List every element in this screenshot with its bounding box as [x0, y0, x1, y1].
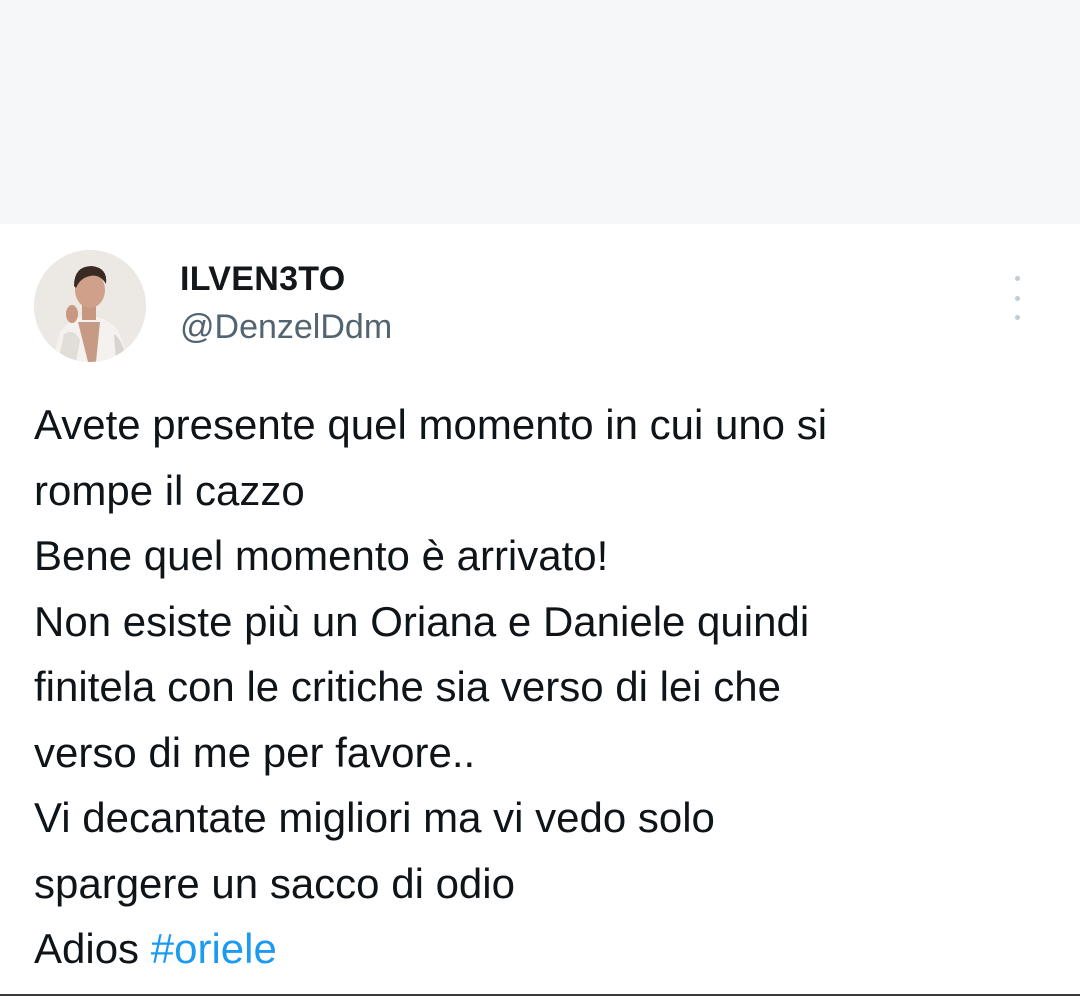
screenshot-page: ILVEN3TO @DenzelDdm Avete presente quel … — [0, 0, 1080, 1007]
top-empty-area — [0, 0, 1080, 224]
tweet-text-line: verso di me per favore.. — [34, 728, 476, 776]
tweet-text-line: Vi decantate migliori ma vi vedo solo — [34, 794, 715, 841]
card-bottom-divider — [0, 994, 1080, 996]
avatar[interactable] — [34, 250, 146, 362]
tweet-text-last-line: Adios #oriele — [34, 916, 1054, 982]
tweet-text-line: Avete presente quel momento in cui uno s… — [34, 401, 828, 448]
tweet-text-line: spargere un sacco di odio — [34, 859, 515, 907]
more-options-button[interactable] — [1002, 276, 1032, 320]
tweet-text: Avete presente quel momento in cui uno s… — [34, 392, 1054, 982]
tweet-text-signoff: Adios — [34, 925, 151, 972]
tweet-text-line: Non esiste più un Oriana e Daniele quind… — [34, 597, 810, 645]
hashtag-link[interactable]: #oriele — [151, 925, 277, 972]
tweet-text-line: Bene quel momento è arrivato! — [34, 532, 609, 579]
profile-photo-icon — [34, 250, 146, 362]
more-options-dot — [1014, 276, 1020, 281]
tweet-card[interactable]: ILVEN3TO @DenzelDdm Avete presente quel … — [0, 224, 1080, 1007]
display-name[interactable]: ILVEN3TO — [180, 260, 346, 299]
tweet-text-line: rompe il cazzo — [34, 466, 305, 514]
tweet-text-line: finitela con le critiche sia verso di le… — [34, 663, 782, 710]
user-handle[interactable]: @DenzelDdm — [180, 308, 392, 347]
more-options-dot — [1014, 315, 1020, 320]
more-options-dot — [1014, 295, 1020, 301]
